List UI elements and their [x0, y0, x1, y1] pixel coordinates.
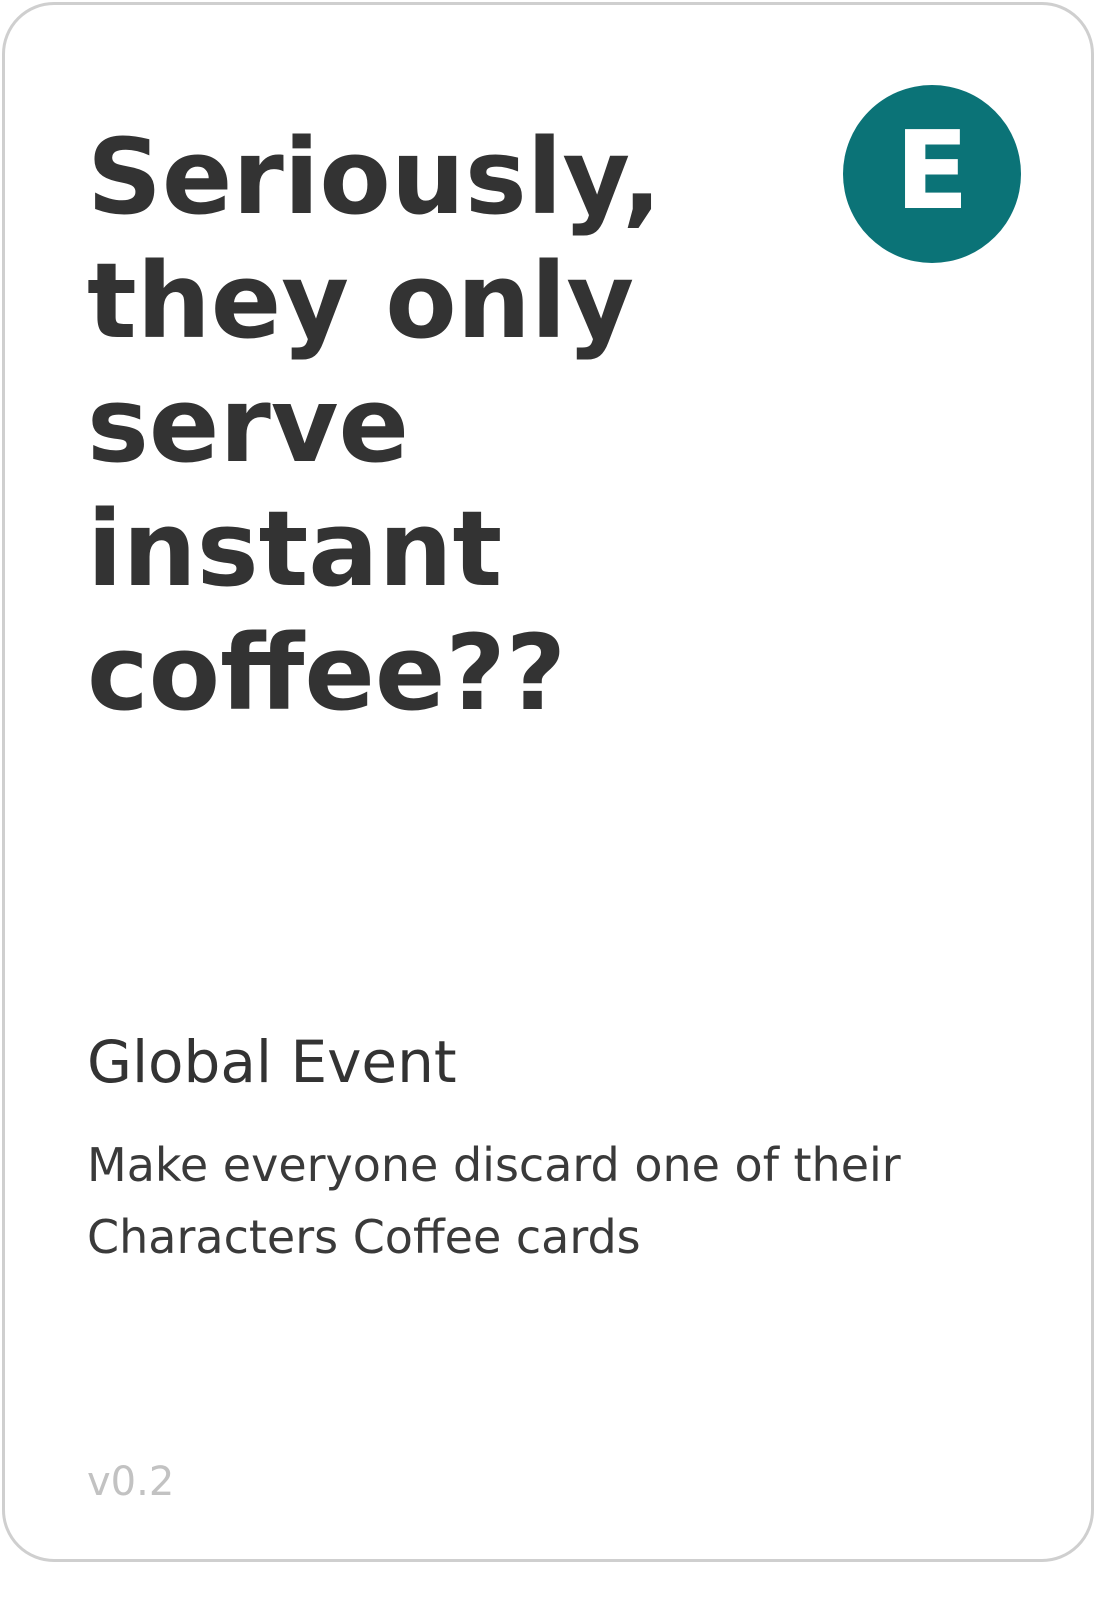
category-badge: E [843, 85, 1021, 263]
card-type: Global Event [87, 1028, 457, 1096]
version-label: v0.2 [87, 1459, 175, 1505]
card-title: Seriously, they only serve instant coffe… [87, 116, 662, 734]
event-card: Seriously, they only serve instant coffe… [2, 2, 1094, 1562]
card-description: Make everyone discard one of their Chara… [87, 1138, 901, 1264]
badge-letter: E [895, 109, 969, 234]
